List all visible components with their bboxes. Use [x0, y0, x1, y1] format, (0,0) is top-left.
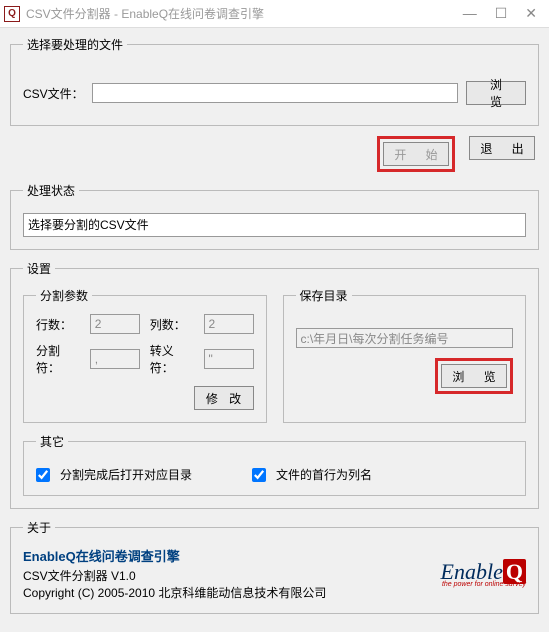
- exit-button[interactable]: 退 出: [469, 136, 535, 160]
- settings-legend: 设置: [23, 260, 55, 277]
- params-legend: 分割参数: [36, 287, 92, 304]
- savedir-legend: 保存目录: [296, 287, 352, 304]
- app-icon: Q: [4, 6, 20, 22]
- params-section: 分割参数 行数： 列数： 分割符： 转义符： 修 改: [23, 287, 267, 423]
- open-after-checkbox[interactable]: [36, 468, 50, 482]
- about-legend: 关于: [23, 519, 55, 536]
- status-section: 处理状态 选择要分割的CSV文件: [10, 182, 539, 250]
- enableq-logo: EnableQ the power for online survey: [441, 559, 526, 588]
- file-legend: 选择要处理的文件: [23, 36, 127, 53]
- savedir-browse-button[interactable]: 浏 览: [441, 364, 507, 388]
- minimize-button[interactable]: —: [463, 5, 477, 22]
- open-after-label: 分割完成后打开对应目录: [60, 466, 192, 483]
- settings-section: 设置 分割参数 行数： 列数： 分割符： 转义符： 修 改: [10, 260, 539, 509]
- savedir-section: 保存目录 浏 览: [283, 287, 527, 423]
- modify-button[interactable]: 修 改: [194, 386, 254, 410]
- start-highlight: 开 始: [377, 136, 455, 172]
- esc-label: 转义符：: [150, 342, 194, 376]
- about-sub: CSV文件分割器 V1.0: [23, 567, 326, 584]
- rows-label: 行数：: [36, 316, 80, 333]
- sep-input: [90, 349, 140, 369]
- rows-input: [90, 314, 140, 334]
- logo-tagline: the power for online survey: [441, 581, 526, 588]
- esc-input: [204, 349, 254, 369]
- cols-input: [204, 314, 254, 334]
- status-legend: 处理状态: [23, 182, 79, 199]
- close-button[interactable]: ✕: [525, 5, 537, 22]
- savedir-browse-highlight: 浏 览: [435, 358, 513, 394]
- window-title: CSV文件分割器 - EnableQ在线问卷调查引擎: [26, 5, 463, 22]
- savedir-input: [296, 328, 514, 348]
- sep-label: 分割符：: [36, 342, 80, 376]
- file-section: 选择要处理的文件 CSV文件： 浏 览: [10, 36, 539, 126]
- about-copyright: Copyright (C) 2005-2010 北京科维能动信息技术有限公司: [23, 584, 326, 601]
- status-text: 选择要分割的CSV文件: [23, 213, 526, 237]
- maximize-button[interactable]: ☐: [495, 5, 508, 22]
- first-row-header-checkbox[interactable]: [252, 468, 266, 482]
- about-title: EnableQ在线问卷调查引擎: [23, 546, 326, 565]
- csv-file-label: CSV文件：: [23, 85, 84, 102]
- cols-label: 列数：: [150, 316, 194, 333]
- other-section: 其它 分割完成后打开对应目录 文件的首行为列名: [23, 433, 526, 496]
- first-row-header-label: 文件的首行为列名: [276, 466, 372, 483]
- about-section: 关于 EnableQ在线问卷调查引擎 CSV文件分割器 V1.0 Copyrig…: [10, 519, 539, 614]
- browse-file-button[interactable]: 浏 览: [466, 81, 526, 105]
- start-button[interactable]: 开 始: [383, 142, 449, 166]
- other-legend: 其它: [36, 433, 68, 450]
- csv-file-input[interactable]: [92, 83, 458, 103]
